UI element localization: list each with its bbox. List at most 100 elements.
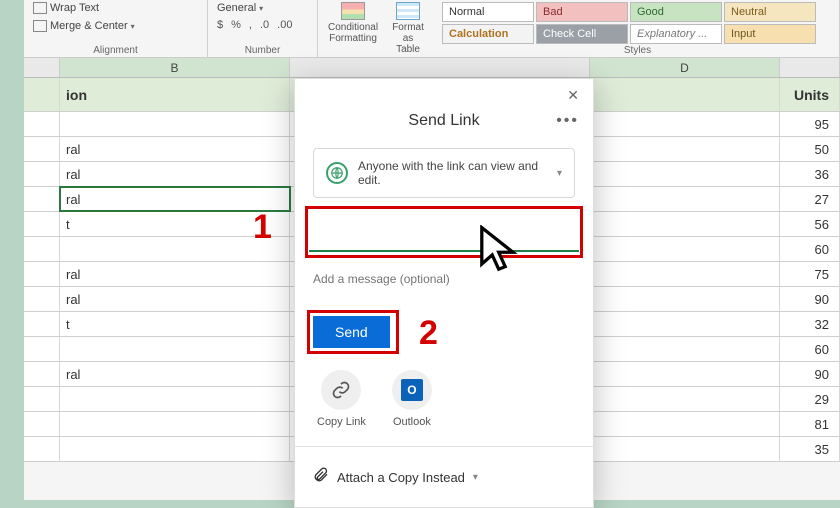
cell[interactable] — [590, 137, 780, 161]
style-normal[interactable]: Normal — [442, 2, 534, 22]
cell[interactable] — [590, 362, 780, 386]
decrease-decimal-button[interactable]: .00 — [274, 18, 295, 32]
style-bad[interactable]: Bad — [536, 2, 628, 22]
outlook-button[interactable]: O Outlook — [392, 370, 432, 428]
copy-link-label: Copy Link — [317, 416, 366, 428]
cell[interactable]: Units — [780, 78, 840, 111]
annotation-number-2: 2 — [419, 314, 438, 353]
link-icon — [321, 370, 361, 410]
cell[interactable] — [590, 237, 780, 261]
col-header-c[interactable] — [290, 58, 590, 77]
cell[interactable]: 90 — [780, 287, 840, 311]
cell[interactable] — [24, 437, 60, 461]
attach-copy-button[interactable]: Attach a Copy Instead ▾ — [295, 457, 593, 501]
cell[interactable] — [60, 437, 290, 461]
cell[interactable]: 95 — [780, 112, 840, 136]
percent-button[interactable]: % — [228, 18, 244, 32]
number-format-label: General — [217, 2, 256, 14]
comma-button[interactable]: , — [246, 18, 255, 32]
cell[interactable] — [590, 162, 780, 186]
cell[interactable] — [24, 112, 60, 136]
cell[interactable]: 90 — [780, 362, 840, 386]
cell[interactable]: 60 — [780, 337, 840, 361]
cell[interactable]: ral — [60, 362, 290, 386]
cell[interactable] — [24, 287, 60, 311]
link-permission-button[interactable]: Anyone with the link can view and edit. … — [313, 148, 575, 198]
cell[interactable] — [60, 387, 290, 411]
cell[interactable] — [24, 187, 60, 211]
cell[interactable]: ral — [60, 137, 290, 161]
cell[interactable] — [590, 312, 780, 336]
cell[interactable]: 81 — [780, 412, 840, 436]
conditional-formatting-button[interactable]: Conditional Formatting — [324, 0, 382, 46]
col-header-a[interactable] — [24, 58, 60, 77]
cell[interactable] — [24, 337, 60, 361]
style-calculation[interactable]: Calculation — [442, 24, 534, 44]
more-options-button[interactable]: ••• — [556, 112, 579, 130]
cell[interactable]: 32 — [780, 312, 840, 336]
cell[interactable] — [590, 287, 780, 311]
cell[interactable] — [590, 387, 780, 411]
cell[interactable] — [24, 362, 60, 386]
style-check-cell[interactable]: Check Cell — [536, 24, 628, 44]
cell[interactable] — [60, 337, 290, 361]
cell[interactable] — [590, 437, 780, 461]
style-good[interactable]: Good — [630, 2, 722, 22]
increase-decimal-button[interactable]: .0 — [257, 18, 272, 32]
cell[interactable]: t — [60, 312, 290, 336]
message-input[interactable] — [313, 272, 573, 286]
style-explanatory[interactable]: Explanatory ... — [630, 24, 722, 44]
copy-link-button[interactable]: Copy Link — [317, 370, 366, 428]
cell[interactable]: ral — [60, 262, 290, 286]
cell[interactable] — [590, 187, 780, 211]
cell[interactable]: 36 — [780, 162, 840, 186]
send-button[interactable]: Send — [313, 316, 390, 348]
cell[interactable]: 75 — [780, 262, 840, 286]
group-number-label: Number — [214, 45, 311, 58]
cell[interactable] — [24, 162, 60, 186]
recipients-input[interactable] — [309, 212, 579, 252]
style-neutral[interactable]: Neutral — [724, 2, 816, 22]
cell[interactable]: 27 — [780, 187, 840, 211]
outlook-label: Outlook — [393, 416, 431, 428]
dialog-title: Send Link — [408, 112, 479, 130]
cell[interactable]: 56 — [780, 212, 840, 236]
col-header-d[interactable]: D — [590, 58, 780, 77]
cell[interactable] — [60, 412, 290, 436]
cell[interactable]: ral — [60, 162, 290, 186]
cell[interactable] — [24, 78, 60, 111]
cell[interactable]: 50 — [780, 137, 840, 161]
format-as-table-button[interactable]: Format as Table — [386, 0, 430, 57]
wrap-text-button[interactable]: Wrap Text — [30, 0, 201, 16]
globe-icon — [326, 162, 348, 184]
cell[interactable] — [60, 112, 290, 136]
close-button[interactable]: ✕ — [561, 85, 585, 106]
col-header-b[interactable]: B — [60, 58, 290, 77]
merge-center-button[interactable]: Merge & Center ▾ — [30, 18, 201, 34]
cell[interactable]: 29 — [780, 387, 840, 411]
cell[interactable]: 35 — [780, 437, 840, 461]
cell[interactable] — [24, 262, 60, 286]
cell[interactable]: ion — [60, 78, 290, 111]
format-table-label: Format as Table — [390, 22, 426, 55]
excel-window: Wrap Text Merge & Center ▾ Alignment Gen… — [24, 0, 840, 500]
cell[interactable]: ral — [60, 287, 290, 311]
cell[interactable] — [24, 412, 60, 436]
style-input[interactable]: Input — [724, 24, 816, 44]
col-header-e[interactable] — [780, 58, 840, 77]
cell[interactable] — [590, 112, 780, 136]
cell[interactable] — [590, 78, 780, 111]
cell[interactable] — [24, 212, 60, 236]
cell[interactable] — [24, 387, 60, 411]
cell[interactable] — [24, 312, 60, 336]
cell[interactable] — [24, 237, 60, 261]
currency-button[interactable]: $ — [214, 18, 226, 32]
cell[interactable] — [24, 137, 60, 161]
cell[interactable] — [590, 412, 780, 436]
cell[interactable] — [590, 337, 780, 361]
number-format-dropdown[interactable]: General ▾ — [214, 0, 311, 16]
merge-icon — [33, 20, 47, 32]
cell[interactable] — [590, 212, 780, 236]
cell[interactable]: 60 — [780, 237, 840, 261]
cell[interactable] — [590, 262, 780, 286]
